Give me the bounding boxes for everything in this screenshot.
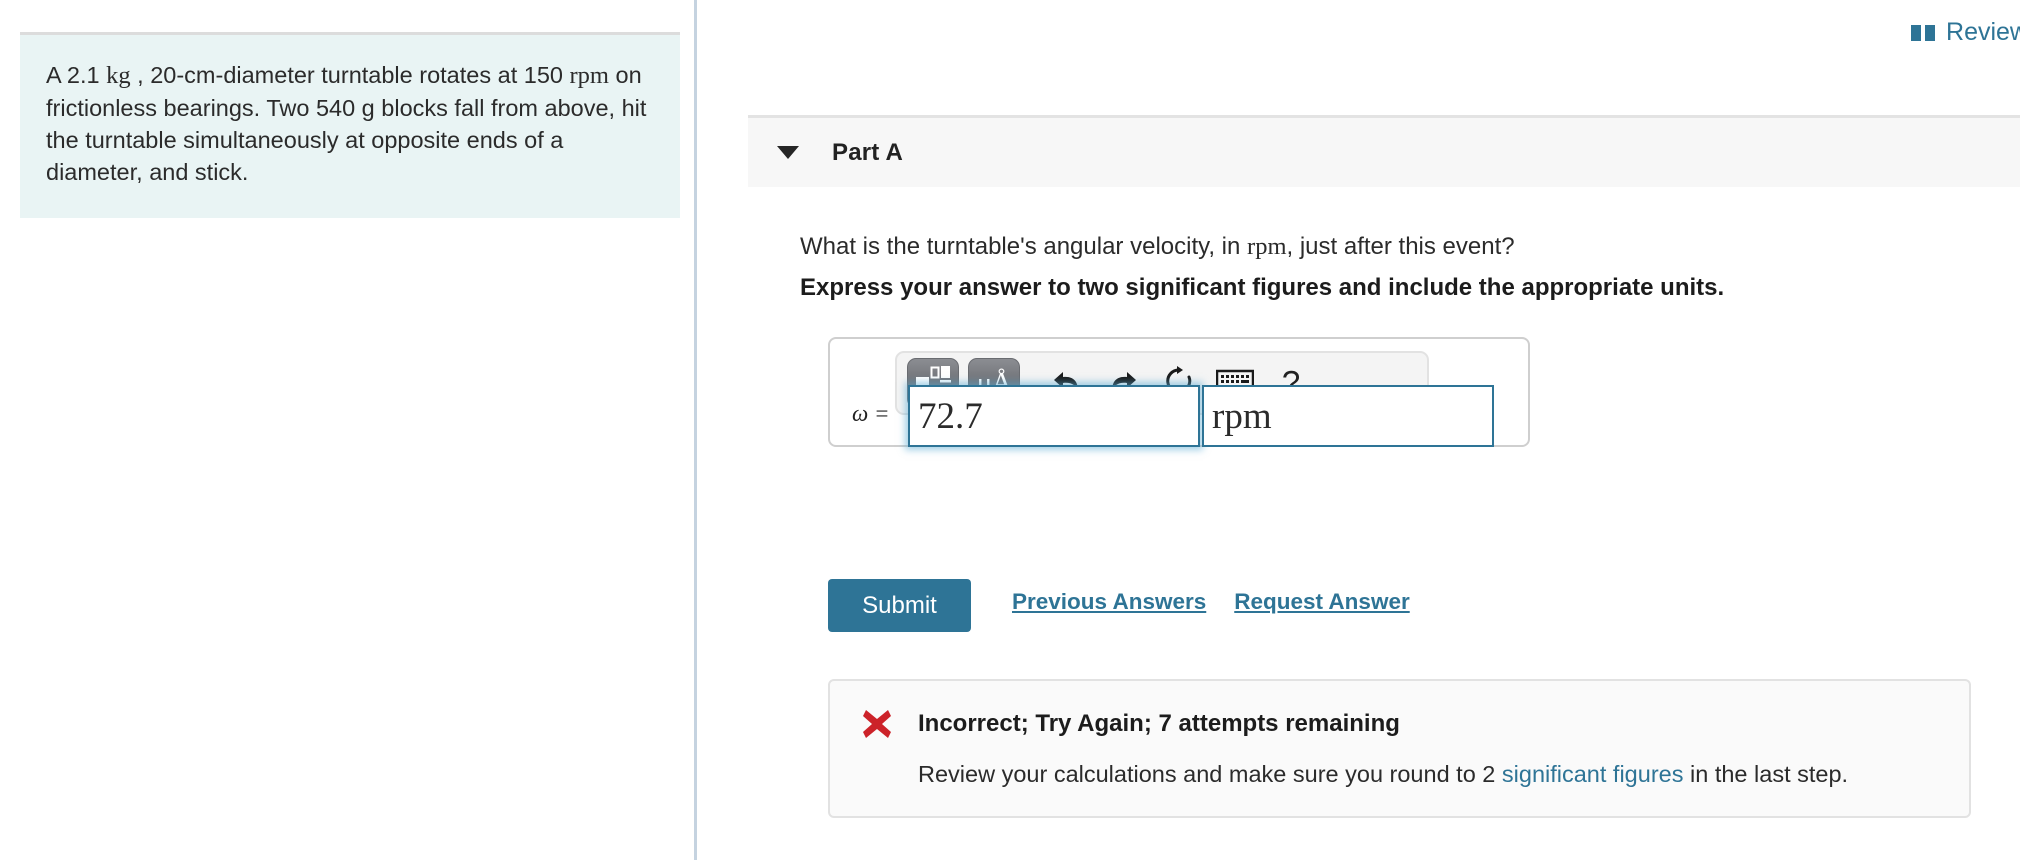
question-unit-rpm: rpm <box>1247 233 1287 260</box>
problem-text-segment-2: , 20-cm-diameter turntable rotates at 15… <box>130 62 570 88</box>
problem-statement-box: A 2.1 kg , 20-cm-diameter turntable rota… <box>20 32 680 218</box>
part-a-header[interactable]: Part A <box>748 115 2020 187</box>
exercise-pane: Review Part A What is the turntable's an… <box>697 0 2020 860</box>
answer-value-input[interactable]: 72.7 <box>908 385 1200 447</box>
problem-statement-text: A 2.1 kg , 20-cm-diameter turntable rota… <box>46 59 654 188</box>
feedback-panel: Incorrect; Try Again; 7 attempts remaini… <box>828 679 1971 818</box>
chevron-down-icon[interactable] <box>777 146 799 159</box>
previous-answers-link[interactable]: Previous Answers <box>1012 589 1206 615</box>
action-row: Submit Previous Answers Request Answer <box>828 579 1410 632</box>
page-root: A 2.1 kg , 20-cm-diameter turntable rota… <box>0 0 2020 860</box>
feedback-body: Review your calculations and make sure y… <box>918 761 1939 788</box>
feedback-body-pre: Review your calculations and make sure y… <box>918 761 1502 787</box>
review-link[interactable]: Review <box>1910 18 2020 47</box>
review-label: Review <box>1946 18 2020 46</box>
problem-unit-rpm: rpm <box>569 62 609 89</box>
answer-units-text: rpm <box>1212 395 1272 437</box>
feedback-title: Incorrect; Try Again; 7 attempts remaini… <box>918 710 1400 737</box>
answer-entry-box: μÅ ? ω = 72.7 rpm <box>828 337 1530 447</box>
significant-figures-link[interactable]: significant figures <box>1502 761 1684 787</box>
instruction-text: Express your answer to two significant f… <box>800 274 1725 301</box>
problem-pane: A 2.1 kg , 20-cm-diameter turntable rota… <box>0 0 695 860</box>
variable-label: ω = <box>852 401 890 426</box>
feedback-header: Incorrect; Try Again; 7 attempts remaini… <box>860 707 1939 741</box>
feedback-body-post: in the last step. <box>1683 761 1849 787</box>
open-book-icon <box>1910 23 1936 43</box>
question-text-post: , just after this event? <box>1286 233 1515 260</box>
question-text: What is the turntable's angular velocity… <box>800 233 1515 261</box>
request-answer-link[interactable]: Request Answer <box>1234 589 1409 615</box>
red-x-icon <box>860 707 894 741</box>
submit-button[interactable]: Submit <box>828 579 971 632</box>
problem-unit-kg: kg <box>106 62 131 89</box>
page-title: Part A <box>832 138 903 166</box>
answer-value-text: 72.7 <box>918 395 983 437</box>
problem-text-segment-1: A 2.1 <box>46 62 107 88</box>
question-text-pre: What is the turntable's angular velocity… <box>800 233 1248 260</box>
answer-units-input[interactable]: rpm <box>1202 385 1494 447</box>
